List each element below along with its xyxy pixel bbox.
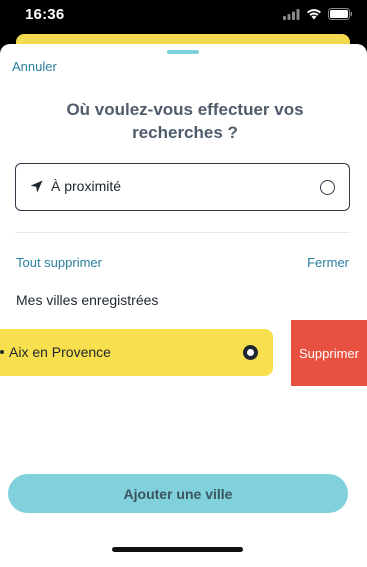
home-indicator: [112, 547, 243, 552]
delete-all-button[interactable]: Tout supprimer: [16, 255, 102, 270]
status-bar: 16:36: [0, 0, 367, 34]
cancel-button[interactable]: Annuler: [12, 59, 57, 74]
status-time: 16:36: [25, 6, 65, 23]
sheet-grabber[interactable]: [167, 50, 199, 54]
sheet-title: Où voulez-vous effectuer vos recherches …: [66, 100, 304, 142]
city-dot: [0, 350, 4, 354]
delete-city-button[interactable]: Supprimer: [291, 320, 367, 386]
nearby-radio[interactable]: [320, 180, 335, 195]
battery-icon: [328, 8, 352, 20]
close-edit-button[interactable]: Fermer: [307, 255, 349, 270]
divider: [15, 232, 350, 233]
signal-icon: [283, 8, 300, 20]
search-location-sheet: Annuler Où voulez-vous effectuer vos rec…: [0, 44, 367, 567]
saved-city-row[interactable]: Aix en Provence: [0, 329, 273, 376]
saved-city-label: Aix en Provence: [9, 344, 111, 360]
nearby-location-label: À proximité: [51, 178, 122, 194]
nearby-location-option[interactable]: À proximité: [15, 163, 350, 211]
wifi-icon: [307, 9, 321, 20]
saved-cities-title: Mes villes enregistrées: [16, 292, 159, 308]
status-icons: [283, 8, 353, 20]
city-radio-selected[interactable]: [243, 345, 258, 360]
add-city-button[interactable]: Ajouter une ville: [8, 474, 348, 513]
location-arrow-icon: [30, 180, 43, 193]
